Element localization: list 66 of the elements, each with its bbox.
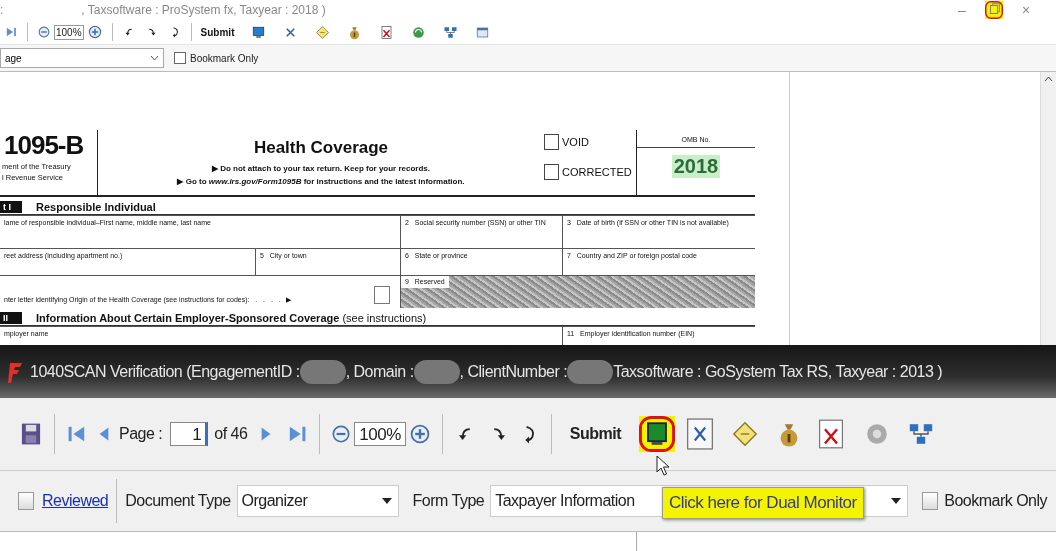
restore-button[interactable] bbox=[984, 1, 1004, 19]
code-box[interactable] bbox=[374, 286, 390, 304]
redaction-mark bbox=[413, 359, 460, 384]
close-button[interactable]: × bbox=[1010, 2, 1042, 18]
scroll-up-icon[interactable] bbox=[1044, 76, 1053, 82]
checkbox-label: VOID bbox=[562, 136, 589, 148]
checkbox-label: Bookmark Only bbox=[944, 492, 1048, 510]
checkbox-label: CORRECTED bbox=[562, 166, 632, 178]
dropdown-arrow-icon bbox=[381, 498, 392, 504]
reviewed-checkbox[interactable] bbox=[18, 492, 34, 510]
dropdown-value: age bbox=[5, 52, 22, 64]
chevron-down-icon bbox=[150, 55, 159, 61]
zoom-out-icon[interactable] bbox=[37, 25, 51, 39]
redaction-mark bbox=[567, 359, 614, 384]
checkbox[interactable] bbox=[544, 134, 559, 150]
x-button[interactable] bbox=[687, 418, 714, 450]
tax-year: 2018 bbox=[671, 155, 721, 178]
monitor-icon[interactable] bbox=[251, 24, 267, 40]
form-number: 1095-B bbox=[4, 130, 84, 161]
field-label: Form Type bbox=[412, 492, 485, 510]
dropdown-value: Organizer bbox=[241, 492, 308, 510]
submit-button[interactable]: Submit bbox=[569, 425, 622, 443]
bookmark-checkbox[interactable] bbox=[174, 52, 186, 64]
network-icon[interactable] bbox=[443, 24, 459, 40]
diamond-icon[interactable] bbox=[315, 24, 331, 40]
diamond-icon[interactable] bbox=[731, 420, 760, 448]
document-type-dropdown[interactable]: Organizer bbox=[236, 485, 399, 517]
recycle-icon[interactable] bbox=[411, 24, 427, 40]
zoom-field[interactable]: 100% bbox=[354, 422, 406, 446]
window-icon[interactable] bbox=[475, 24, 491, 40]
instruction-text: ▶ Go to www.irs.gov/Form1095B for instructions and the latest information. bbox=[177, 177, 465, 186]
checkbox-label: Bookmark Only bbox=[190, 52, 259, 64]
app-logo-icon bbox=[8, 360, 24, 383]
window-title: : bbox=[0, 3, 4, 17]
reviewed-link[interactable]: Reviewed bbox=[42, 492, 109, 510]
page-count: of 46 bbox=[214, 425, 248, 443]
form-title: Health Coverage bbox=[253, 138, 389, 158]
page-dropdown[interactable]: age bbox=[0, 48, 164, 68]
tooltip: Click here for Dual Monitor bbox=[662, 487, 864, 519]
window-title: , Taxsoftware : ProSystem fx, Taxyear : 2018 ) bbox=[81, 3, 326, 17]
zoom-field[interactable]: 100% bbox=[54, 24, 84, 40]
dropdown-arrow-icon bbox=[891, 498, 902, 504]
window-title: 1040SCAN Verification (EngagementID : bbox=[30, 362, 300, 381]
cursor-icon bbox=[656, 455, 670, 477]
dropdown-value: Taxpayer Information bbox=[495, 492, 635, 510]
document-x-icon[interactable] bbox=[819, 418, 844, 450]
minimize-button[interactable]: – bbox=[946, 2, 978, 18]
dual-monitor-button[interactable] bbox=[639, 416, 676, 452]
submit-button[interactable]: Submit bbox=[200, 26, 235, 38]
last-page-icon[interactable] bbox=[4, 25, 18, 39]
part-label: t I bbox=[0, 201, 22, 213]
checkbox[interactable] bbox=[544, 164, 559, 180]
redaction-mark bbox=[299, 359, 346, 384]
window-title: Taxsoftware : GoSystem Tax RS, Taxyear : 2013 ) bbox=[613, 362, 943, 381]
window-title: , Domain : bbox=[345, 362, 414, 381]
document-x-icon[interactable] bbox=[379, 24, 395, 40]
part-title: Information About Certain Employer-Sponsored Coverage (see instructions) bbox=[36, 312, 427, 324]
instruction-text: ▶ Do not attach to your tax return. Keep for your records. bbox=[212, 164, 430, 173]
page-field[interactable]: 1 bbox=[170, 422, 209, 446]
bookmark-checkbox[interactable] bbox=[922, 492, 939, 510]
field-label: Document Type bbox=[125, 492, 231, 510]
zoom-in-icon[interactable] bbox=[86, 24, 103, 40]
part-label: II bbox=[0, 312, 22, 324]
page-label: Page : bbox=[119, 425, 163, 443]
window-title: , ClientNumber : bbox=[459, 362, 568, 381]
part-title: Responsible Individual bbox=[36, 201, 156, 213]
